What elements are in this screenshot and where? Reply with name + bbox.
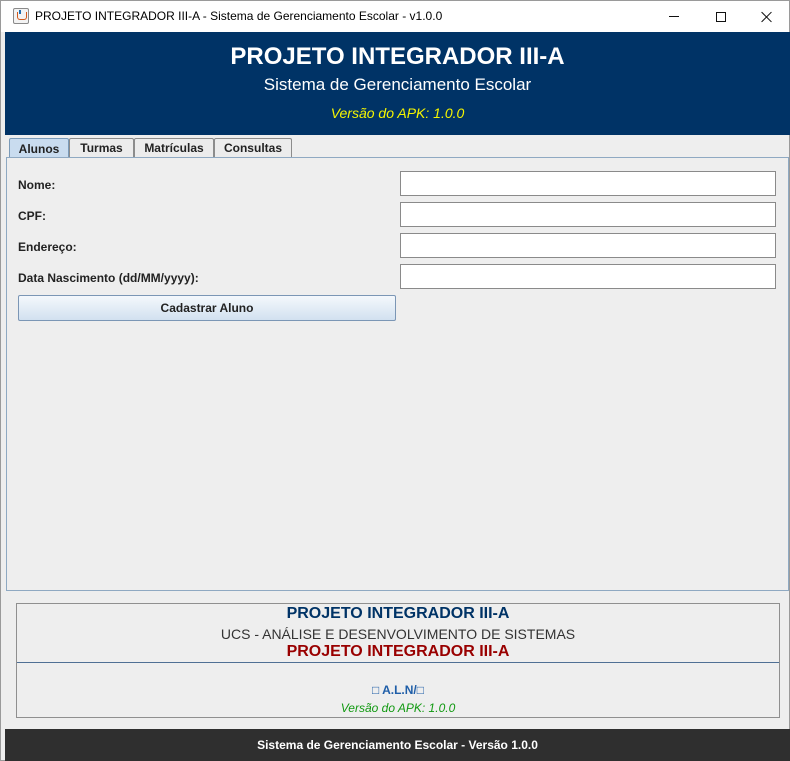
maximize-button[interactable] [698,1,744,32]
data-nascimento-input[interactable] [400,264,776,289]
header-version: Versão do APK: 1.0.0 [330,105,465,121]
minimize-button[interactable] [651,1,697,32]
cpf-input[interactable] [400,202,776,227]
info-organization: UCS - ANÁLISE E DESENVOLVIMENTO DE SISTE… [220,626,576,642]
minimize-icon [669,16,679,17]
header-title: PROJETO INTEGRADOR III-A [230,43,565,70]
close-icon [761,11,773,23]
data-nascimento-label: Data Nascimento (dd/MM/yyyy): [18,271,199,285]
cadastrar-aluno-button[interactable]: Cadastrar Aluno [18,295,396,321]
window-title: PROJETO INTEGRADOR III-A - Sistema de Ge… [35,9,443,23]
info-divider [17,662,779,663]
status-text: Sistema de Gerenciamento Escolar - Versã… [257,738,538,752]
header-subtitle: Sistema de Gerenciamento Escolar [263,75,532,94]
app-window: PROJETO INTEGRADOR III-A - Sistema de Ge… [0,0,790,761]
tab-consultas[interactable]: Consultas [214,138,292,157]
cpf-label: CPF: [18,209,46,223]
tab-matriculas[interactable]: Matrículas [134,138,214,157]
maximize-icon [716,11,726,22]
info-project: PROJETO INTEGRADOR III-A [286,643,510,660]
nome-label: Nome: [18,178,56,192]
info-version: Versão do APK: 1.0.0 [340,701,456,715]
info-title: PROJETO INTEGRADOR III-A [286,605,510,622]
status-bar: Sistema de Gerenciamento Escolar - Versã… [5,729,790,761]
tab-alunos[interactable]: Alunos [9,138,69,158]
alunos-panel: Nome: CPF: Endereço: Data Nascimento (dd… [6,157,789,591]
nome-input[interactable] [400,171,776,196]
header-banner: PROJETO INTEGRADOR III-A Sistema de Gere… [5,32,790,135]
java-cup-icon [13,8,29,24]
project-info-box: PROJETO INTEGRADOR III-A UCS - ANÁLISE E… [16,603,780,718]
title-bar[interactable]: PROJETO INTEGRADOR III-A - Sistema de Ge… [1,1,789,32]
tab-turmas[interactable]: Turmas [69,138,134,157]
info-author: □ A.L.N/□ [371,683,425,697]
endereco-input[interactable] [400,233,776,258]
endereco-label: Endereço: [18,240,77,254]
close-button[interactable] [744,1,790,32]
